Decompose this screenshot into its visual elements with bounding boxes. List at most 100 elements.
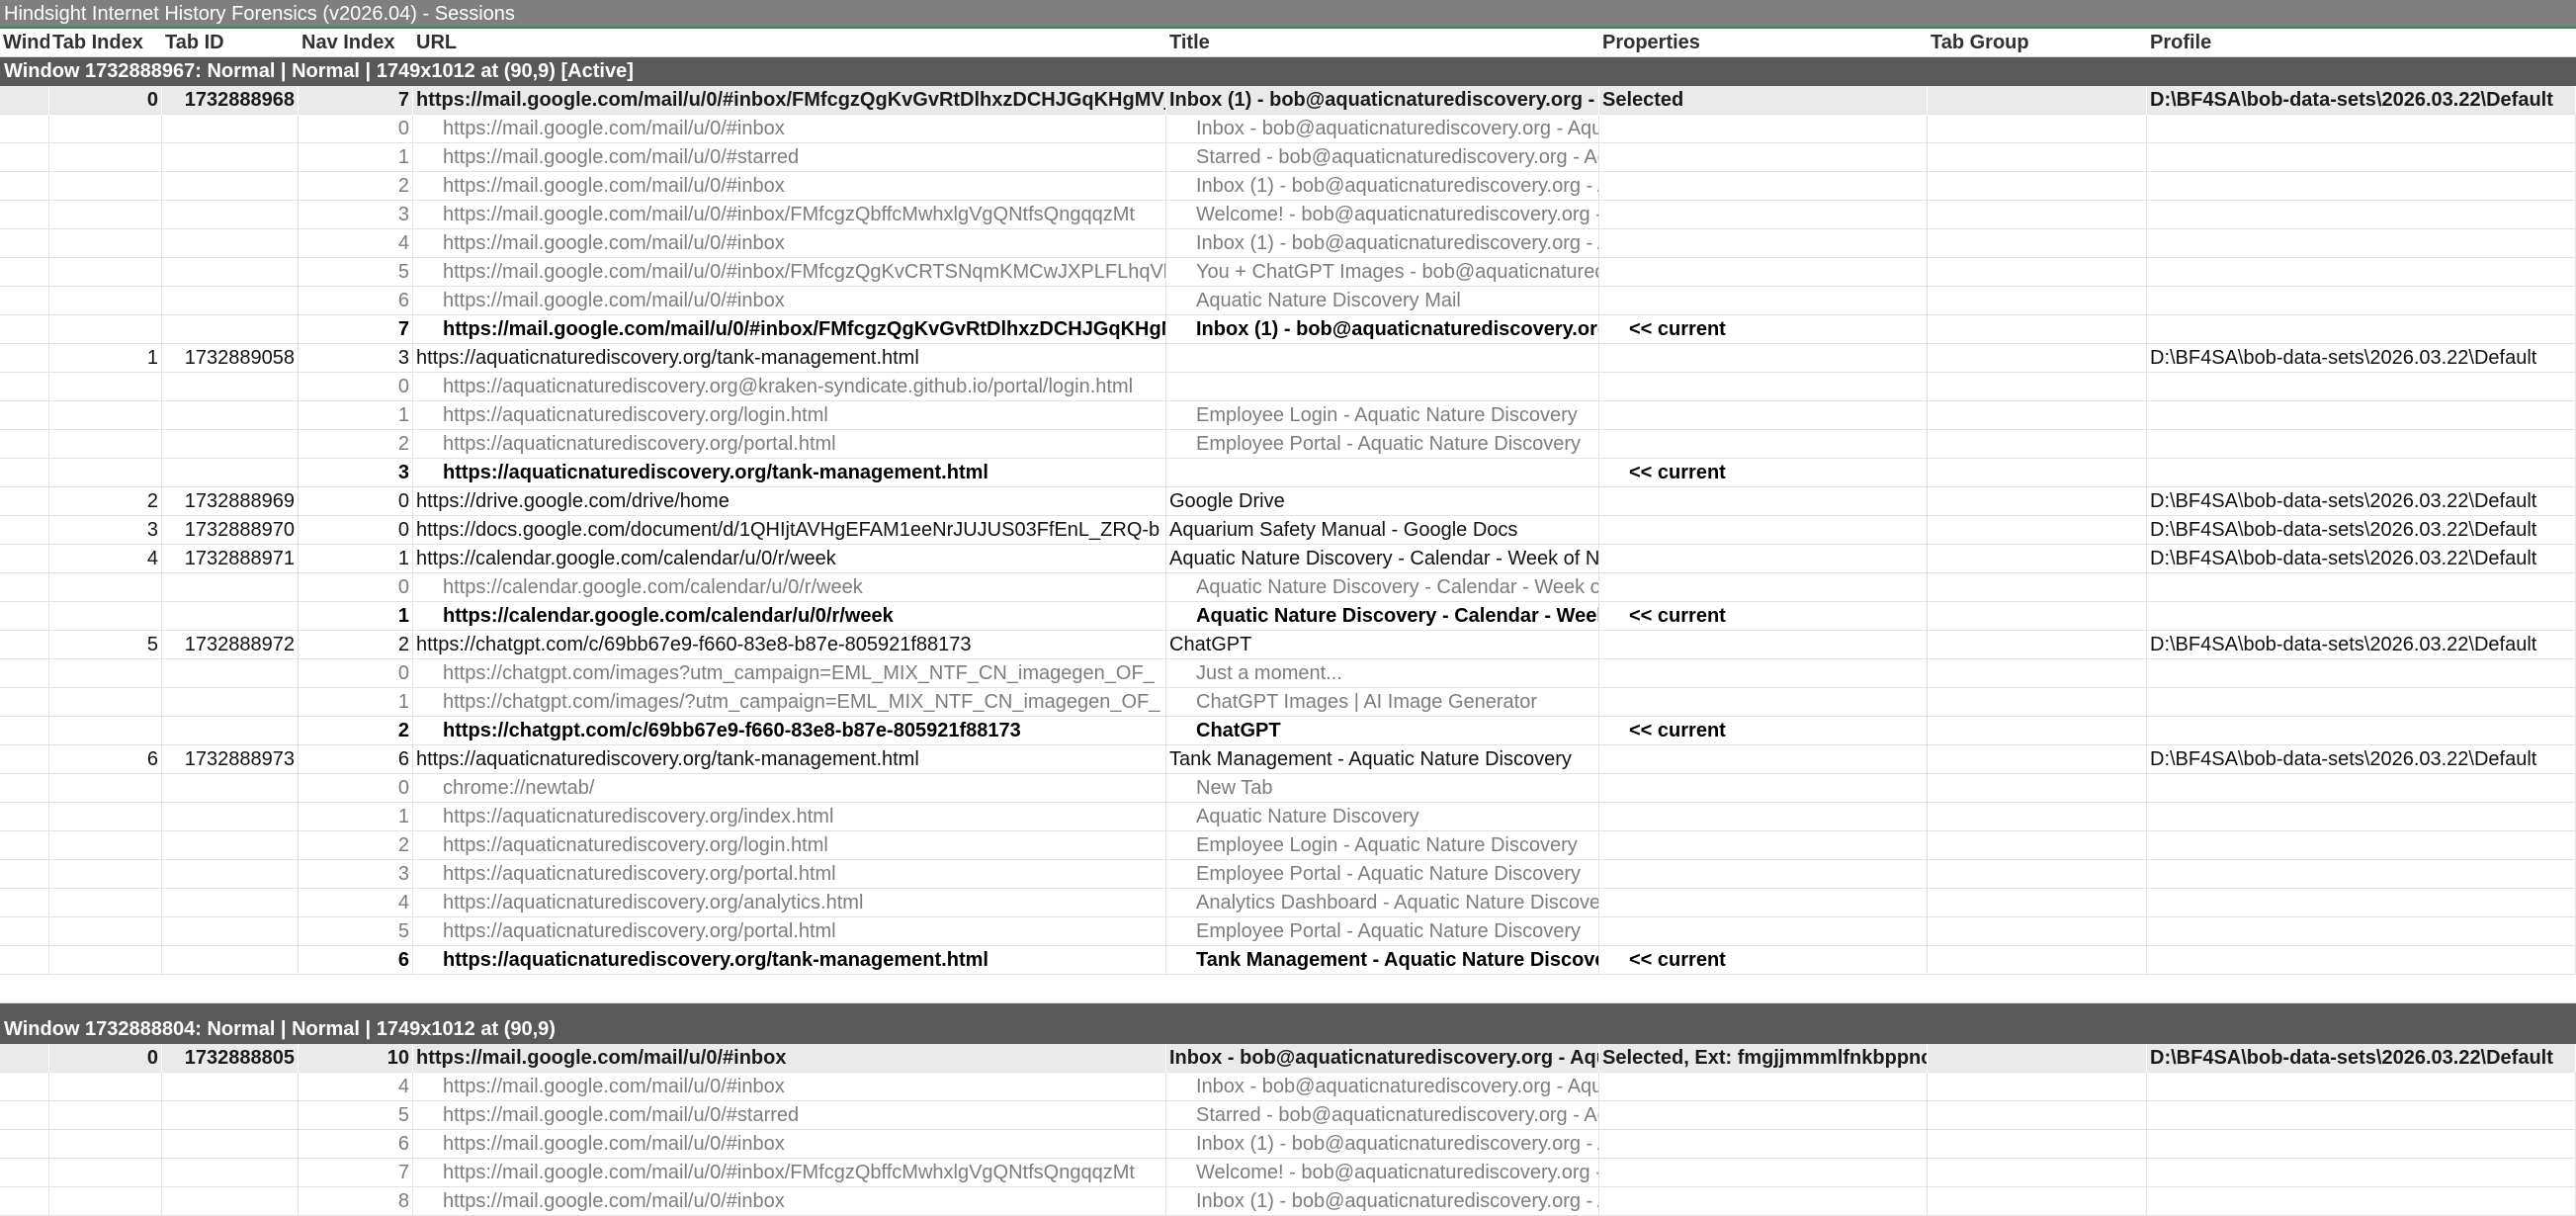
nav-title-cell[interactable]: Employee Portal - Aquatic Nature Discove… — [1166, 917, 1599, 946]
nav-index-cell[interactable]: 7 — [299, 315, 413, 344]
nav-url-cell[interactable]: https://chatgpt.com/images?utm_campaign=… — [413, 659, 1166, 688]
nav-url-cell[interactable]: https://mail.google.com/mail/u/0/#inbox/… — [413, 315, 1166, 344]
tab-id-cell[interactable]: 1732888805 — [162, 1044, 299, 1073]
col-header-url[interactable]: URL — [413, 29, 1166, 57]
nav-index-cell[interactable]: 2 — [299, 430, 413, 459]
nav-url-cell[interactable]: https://mail.google.com/mail/u/0/#inbox — [413, 172, 1166, 201]
nav-index-cell[interactable]: 5 — [299, 258, 413, 287]
nav-history-row[interactable]: 2 https://chatgpt.com/c/69bb67e9-f660-83e… — [0, 717, 2576, 745]
nav-title-cell[interactable]: ChatGPT Images | AI Image Generator — [1166, 688, 1599, 717]
tab-index-cell[interactable]: 6 — [49, 745, 162, 774]
properties-cell[interactable] — [1599, 487, 1928, 516]
url-cell[interactable]: https://mail.google.com/mail/u/0/#inbox — [413, 1044, 1166, 1073]
nav-history-row[interactable]: 5 https://mail.google.com/mail/u/0/#starr… — [0, 1101, 2576, 1130]
title-cell[interactable]: Aquarium Safety Manual - Google Docs — [1166, 516, 1599, 545]
nav-title-cell[interactable]: Inbox (1) - bob@aquaticnaturediscovery.o… — [1166, 1130, 1599, 1159]
nav-url-cell[interactable]: https://aquaticnaturediscovery.org/porta… — [413, 860, 1166, 889]
col-header-tab-index[interactable]: Tab Index — [49, 29, 162, 57]
tab-group-cell[interactable] — [1928, 631, 2147, 659]
tab-id-cell[interactable]: 1732888972 — [162, 631, 299, 659]
nav-history-row[interactable]: 1 https://chatgpt.com/images/?utm_campaig… — [0, 688, 2576, 717]
nav-history-row[interactable]: 2 https://mail.google.com/mail/u/0/#inbox… — [0, 172, 2576, 201]
title-cell[interactable]: Aquatic Nature Discovery - Calendar - We… — [1166, 545, 1599, 573]
nav-index-cell[interactable]: 6 — [299, 946, 413, 975]
nav-url-cell[interactable]: https://calendar.google.com/calendar/u/0… — [413, 573, 1166, 602]
col-header-profile[interactable]: Profile — [2147, 29, 2576, 57]
nav-index-cell[interactable]: 3 — [299, 459, 413, 487]
nav-title-cell[interactable]: Employee Login - Aquatic Nature Discover… — [1166, 831, 1599, 860]
properties-cell[interactable]: Selected — [1599, 86, 1928, 115]
nav-history-row[interactable]: 7 https://mail.google.com/mail/u/0/#inbox… — [0, 315, 2576, 344]
nav-history-row[interactable]: 4 https://mail.google.com/mail/u/0/#inbox… — [0, 1073, 2576, 1101]
tab-group-cell[interactable] — [1928, 86, 2147, 115]
tab-index-cell[interactable]: 5 — [49, 631, 162, 659]
nav-index-cell[interactable]: 3 — [299, 201, 413, 229]
title-cell[interactable]: Tank Management - Aquatic Nature Discove… — [1166, 745, 1599, 774]
nav-url-cell[interactable]: https://aquaticnaturediscovery.org/tank-… — [413, 946, 1166, 975]
title-cell[interactable]: ChatGPT — [1166, 631, 1599, 659]
title-cell[interactable]: Google Drive — [1166, 487, 1599, 516]
nav-title-cell[interactable]: Inbox (1) - bob@aquaticnaturediscovery.o… — [1166, 1187, 1599, 1216]
nav-index-cell[interactable]: 3 — [299, 860, 413, 889]
nav-title-cell[interactable]: Inbox (1) - bob@aquaticnaturediscovery.o… — [1166, 229, 1599, 258]
nav-index-cell[interactable]: 1 — [299, 143, 413, 172]
nav-url-cell[interactable]: https://aquaticnaturediscovery.org@krake… — [413, 373, 1166, 401]
nav-history-row[interactable]: 7 https://mail.google.com/mail/u/0/#inbox… — [0, 1159, 2576, 1187]
title-cell[interactable]: Inbox - bob@aquaticnaturediscovery.org -… — [1166, 1044, 1599, 1073]
nav-history-row[interactable]: 0 https://mail.google.com/mail/u/0/#inbox… — [0, 115, 2576, 143]
nav-index-cell[interactable]: 10 — [299, 1044, 413, 1073]
nav-index-cell[interactable]: 3 — [299, 344, 413, 373]
tab-id-cell[interactable]: 1732889058 — [162, 344, 299, 373]
nav-title-cell[interactable]: Employee Login - Aquatic Nature Discover… — [1166, 401, 1599, 430]
tab-id-cell[interactable]: 1732888971 — [162, 545, 299, 573]
tab-row[interactable]: 4 1732888971 1 https://calendar.google.com/… — [0, 545, 2576, 573]
nav-history-row[interactable]: 1 https://aquaticnaturediscovery.org/inde… — [0, 803, 2576, 831]
col-header-window[interactable]: Wind — [0, 29, 49, 57]
nav-title-cell[interactable]: Starred - bob@aquaticnaturediscovery.org… — [1166, 1101, 1599, 1130]
properties-cell[interactable] — [1599, 545, 1928, 573]
profile-cell[interactable]: D:\BF4SA\bob-data-sets\2026.03.22\Defaul… — [2147, 545, 2576, 573]
nav-url-cell[interactable]: https://mail.google.com/mail/u/0/#inbox — [413, 1187, 1166, 1216]
window-header-row[interactable]: Window 1732888967: Normal | Normal | 174… — [0, 57, 2576, 86]
nav-history-row[interactable]: 2 https://aquaticnaturediscovery.org/logi… — [0, 831, 2576, 860]
nav-index-cell[interactable]: 7 — [299, 86, 413, 115]
nav-index-cell[interactable]: 6 — [299, 1130, 413, 1159]
properties-cell[interactable] — [1599, 516, 1928, 545]
tab-index-cell[interactable]: 0 — [49, 1044, 162, 1073]
nav-index-cell[interactable]: 0 — [299, 573, 413, 602]
nav-url-cell[interactable]: https://mail.google.com/mail/u/0/#inbox — [413, 115, 1166, 143]
tab-group-cell[interactable] — [1928, 487, 2147, 516]
nav-title-cell[interactable]: Inbox - bob@aquaticnaturediscovery.org -… — [1166, 1073, 1599, 1101]
nav-title-cell[interactable]: Tank Management - Aquatic Nature Discove… — [1166, 946, 1599, 975]
tab-index-cell[interactable]: 4 — [49, 545, 162, 573]
nav-title-cell[interactable]: Employee Portal - Aquatic Nature Discove… — [1166, 860, 1599, 889]
profile-cell[interactable]: D:\BF4SA\bob-data-sets\2026.03.22\Defaul… — [2147, 344, 2576, 373]
nav-history-row[interactable]: 0 https://chatgpt.com/images?utm_campaign… — [0, 659, 2576, 688]
nav-index-cell[interactable]: 1 — [299, 803, 413, 831]
nav-url-cell[interactable]: https://mail.google.com/mail/u/0/#inbox/… — [413, 201, 1166, 229]
title-cell[interactable] — [1166, 344, 1599, 373]
nav-history-row[interactable]: 6 https://mail.google.com/mail/u/0/#inbox… — [0, 287, 2576, 315]
nav-index-cell[interactable]: 0 — [299, 487, 413, 516]
nav-index-cell[interactable]: 0 — [299, 516, 413, 545]
col-header-tab-group[interactable]: Tab Group — [1928, 29, 2147, 57]
profile-cell[interactable]: D:\BF4SA\bob-data-sets\2026.03.22\Defaul… — [2147, 1044, 2576, 1073]
nav-title-cell[interactable]: Aquatic Nature Discovery - Calendar - We… — [1166, 602, 1599, 631]
nav-url-cell[interactable]: https://calendar.google.com/calendar/u/0… — [413, 602, 1166, 631]
url-cell[interactable]: https://drive.google.com/drive/home — [413, 487, 1166, 516]
nav-title-cell[interactable] — [1166, 373, 1599, 401]
nav-index-cell[interactable]: 0 — [299, 659, 413, 688]
nav-history-row[interactable]: 6 https://aquaticnaturediscovery.org/tank… — [0, 946, 2576, 975]
nav-title-cell[interactable]: Inbox (1) - bob@aquaticnaturediscovery.o… — [1166, 315, 1599, 344]
nav-index-cell[interactable]: 0 — [299, 115, 413, 143]
nav-title-cell[interactable]: You + ChatGPT Images - bob@aquaticnature… — [1166, 258, 1599, 287]
nav-index-cell[interactable]: 0 — [299, 373, 413, 401]
nav-history-row[interactable]: 5 https://aquaticnaturediscovery.org/port… — [0, 917, 2576, 946]
nav-url-cell[interactable]: https://aquaticnaturediscovery.org/porta… — [413, 917, 1166, 946]
properties-cell[interactable] — [1599, 745, 1928, 774]
nav-history-row[interactable]: 0 https://calendar.google.com/calendar/u/… — [0, 573, 2576, 602]
nav-index-cell[interactable]: 1 — [299, 401, 413, 430]
properties-cell[interactable] — [1599, 631, 1928, 659]
nav-title-cell[interactable]: Employee Portal - Aquatic Nature Discove… — [1166, 430, 1599, 459]
profile-cell[interactable]: D:\BF4SA\bob-data-sets\2026.03.22\Defaul… — [2147, 86, 2576, 115]
